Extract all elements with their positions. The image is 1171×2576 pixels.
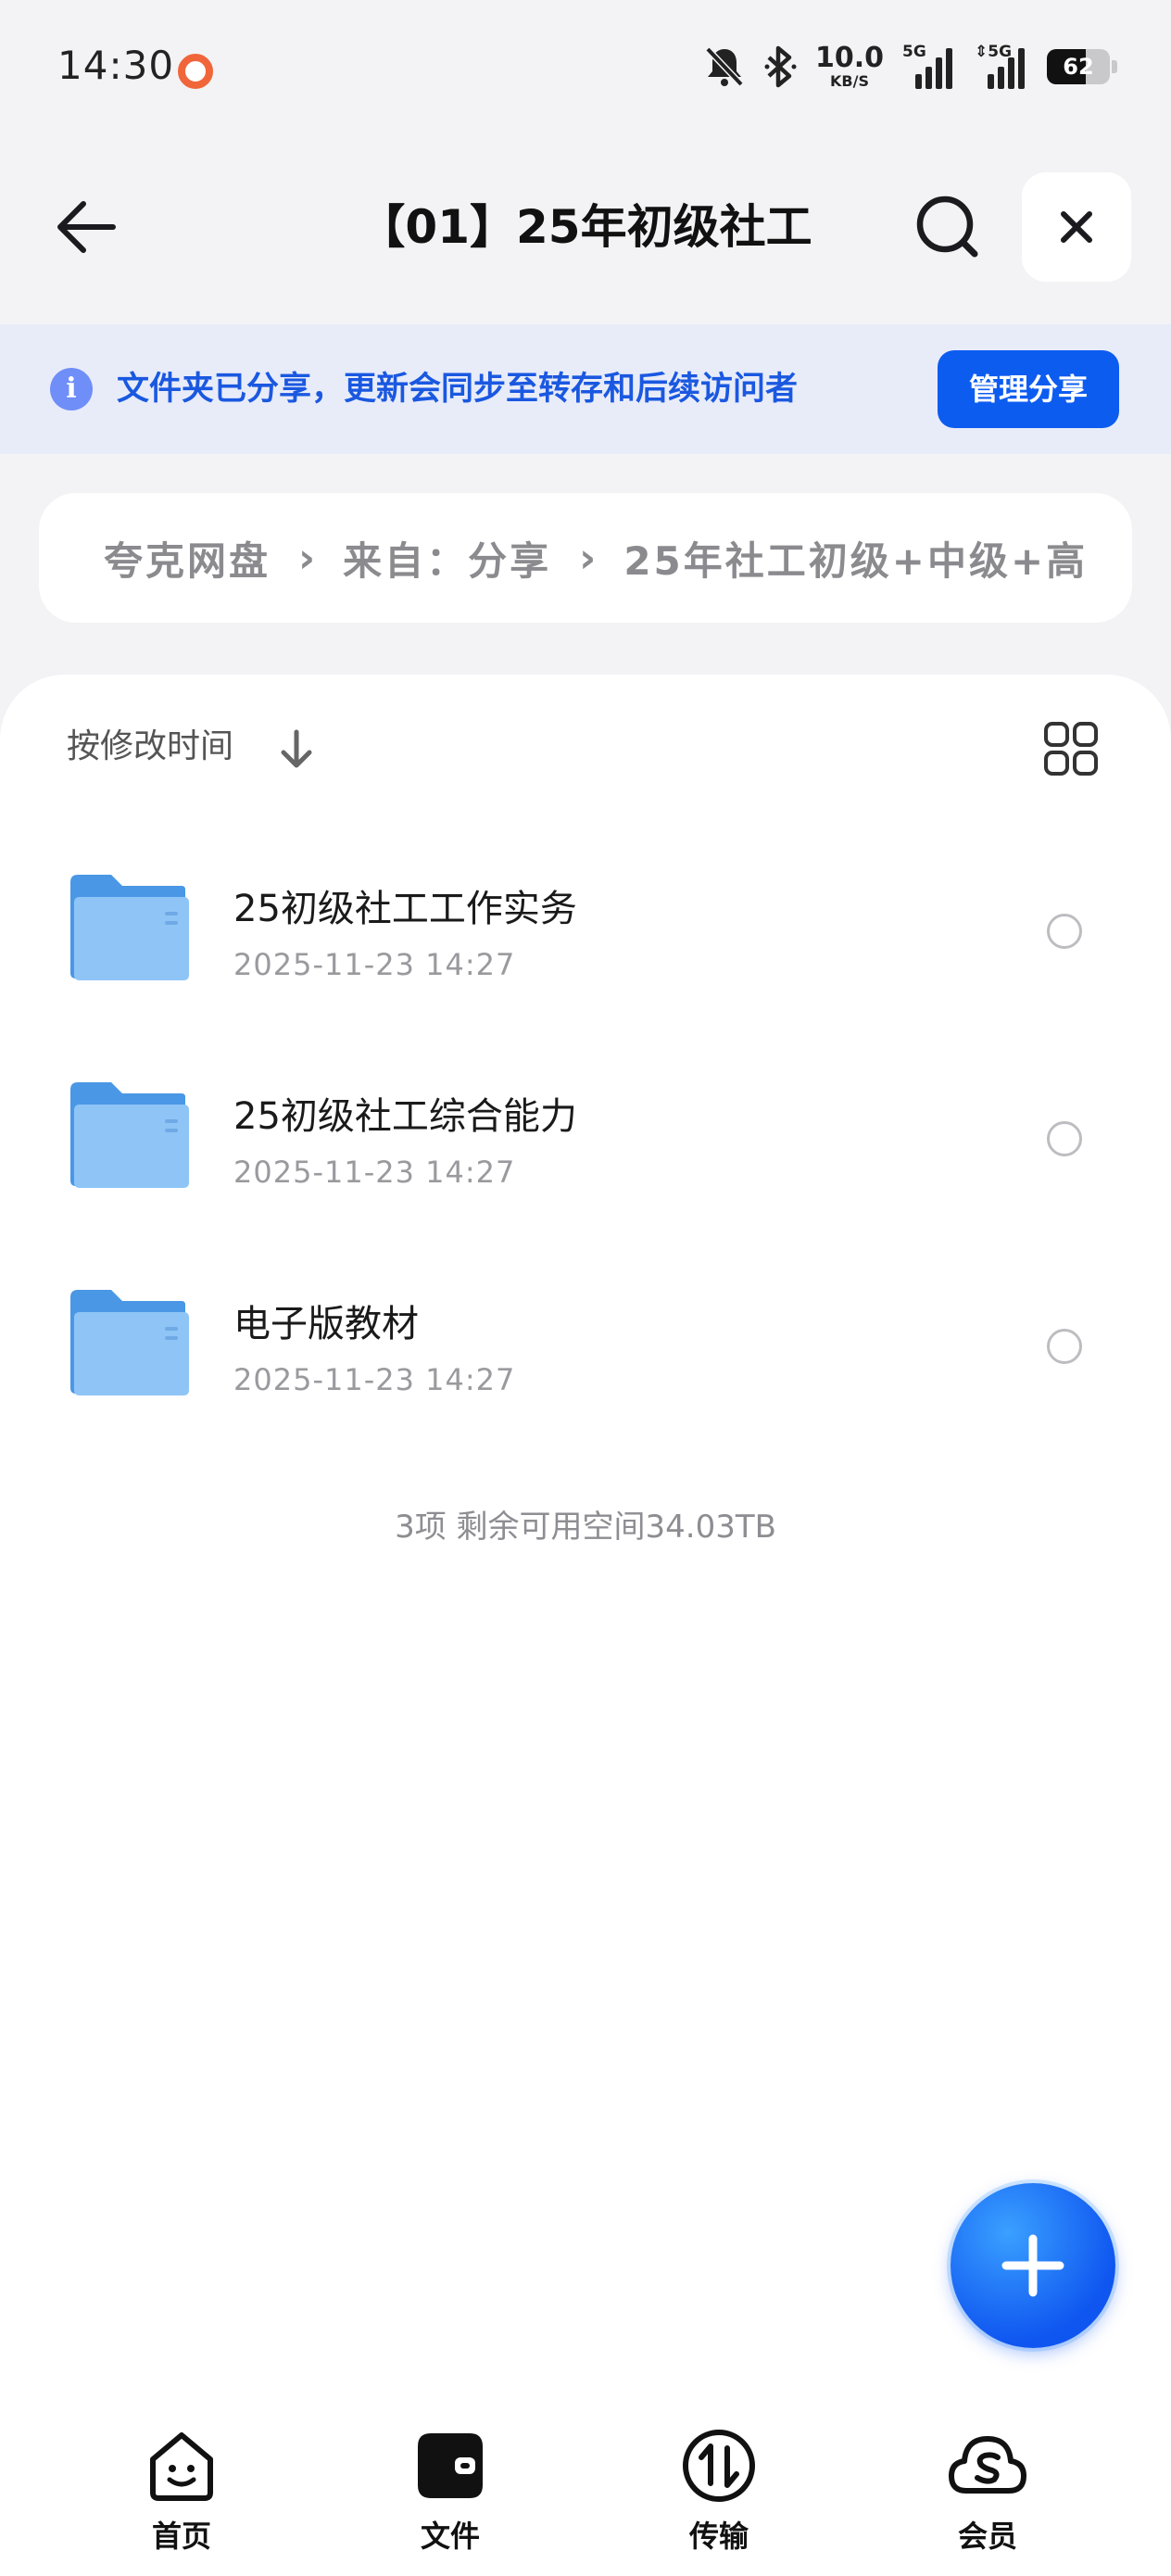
search-button[interactable]: [906, 185, 989, 269]
network-speed-unit: KB/S: [830, 72, 869, 90]
chevron-right-icon: ›: [579, 534, 597, 582]
search-icon: [916, 196, 978, 258]
list-item[interactable]: 电子版教材 2025-11-23 14:27: [0, 1256, 1171, 1464]
file-date: 2025-11-23 14:27: [233, 1155, 516, 1190]
page-title: 【01】25年初级社工: [359, 200, 812, 254]
file-date: 2025-11-23 14:27: [233, 947, 516, 982]
file-name: 25初级社工综合能力: [233, 1095, 577, 1138]
nav-label-transfer: 传输: [688, 2519, 749, 2554]
battery-level: 62: [1063, 54, 1094, 80]
list-item[interactable]: 25初级社工工作实务 2025-11-23 14:27: [0, 841, 1171, 1049]
signal-5g-tag: 5G: [902, 43, 926, 61]
manage-share-button[interactable]: 管理分享: [938, 350, 1119, 428]
plus-icon: [1001, 2234, 1064, 2297]
nav-label-files: 文件: [420, 2519, 480, 2554]
select-checkbox[interactable]: [1047, 914, 1082, 949]
wallet-file-icon: [418, 2433, 483, 2498]
signal-5g-icon: 5G: [902, 43, 956, 89]
select-checkbox[interactable]: [1047, 1121, 1082, 1156]
folder-icon: [70, 1082, 189, 1188]
signal-5g-data-icon: ⇕5G: [975, 43, 1028, 89]
nav-item-files[interactable]: 文件: [376, 2426, 524, 2556]
info-icon: i: [50, 368, 93, 410]
breadcrumb-item-current[interactable]: 25年社工初级+中级+高: [623, 530, 1088, 587]
breadcrumb: 夸克网盘 › 来自：分享 › 25年社工初级+中级+高: [39, 493, 1132, 623]
storage-summary: 3项 剩余可用空间34.03TB: [395, 1509, 776, 1546]
status-time: 14:30: [57, 43, 175, 88]
breadcrumb-item-root[interactable]: 夸克网盘: [104, 530, 271, 587]
nav-item-home[interactable]: 首页: [107, 2426, 256, 2556]
arrow-left-icon: [57, 201, 116, 253]
network-speed: 10.0 KB/S: [815, 44, 884, 89]
breadcrumb-item-shared[interactable]: 来自：分享: [343, 530, 551, 587]
bottom-nav: 首页 文件 传输 会员: [0, 2391, 1171, 2576]
nav-label-member: 会员: [957, 2519, 1017, 2554]
sort-descending-icon[interactable]: [276, 726, 317, 773]
folder-icon: [70, 875, 189, 980]
status-bar: 14:30 10.0 KB/S 5G ⇕5G 62: [0, 0, 1171, 139]
mute-bell-icon: [705, 46, 744, 87]
list-item[interactable]: 25初级社工综合能力 2025-11-23 14:27: [0, 1049, 1171, 1256]
folder-icon: [70, 1290, 189, 1395]
file-name: 电子版教材: [233, 1303, 419, 1345]
file-name: 25初级社工工作实务: [233, 888, 577, 930]
recording-indicator-icon: [178, 54, 213, 89]
chevron-right-icon: ›: [298, 534, 316, 582]
add-button[interactable]: [951, 2183, 1115, 2348]
share-notice-text: 文件夹已分享，更新会同步至转存和后续访问者: [117, 371, 799, 408]
select-checkbox[interactable]: [1047, 1329, 1082, 1364]
network-speed-value: 10.0: [814, 42, 884, 74]
nav-item-member[interactable]: 会员: [913, 2426, 1062, 2556]
back-button[interactable]: [46, 185, 130, 269]
battery-icon: 62: [1047, 49, 1117, 84]
grid-view-icon[interactable]: [1043, 721, 1099, 777]
close-button[interactable]: [1022, 172, 1131, 282]
signal-5g-data-tag: ⇕5G: [975, 43, 1013, 61]
home-face-icon: [150, 2432, 213, 2501]
status-icons: 10.0 KB/S 5G ⇕5G 62: [704, 41, 1117, 93]
sort-button[interactable]: 按修改时间: [67, 719, 233, 775]
file-date: 2025-11-23 14:27: [233, 1362, 516, 1397]
nav-item-transfer[interactable]: 传输: [645, 2426, 793, 2556]
bluetooth-icon: [764, 45, 797, 88]
transfer-icon: [683, 2430, 755, 2502]
cloud-member-icon: [949, 2436, 1026, 2494]
close-icon: [1061, 211, 1092, 243]
nav-label-home: 首页: [151, 2519, 211, 2554]
